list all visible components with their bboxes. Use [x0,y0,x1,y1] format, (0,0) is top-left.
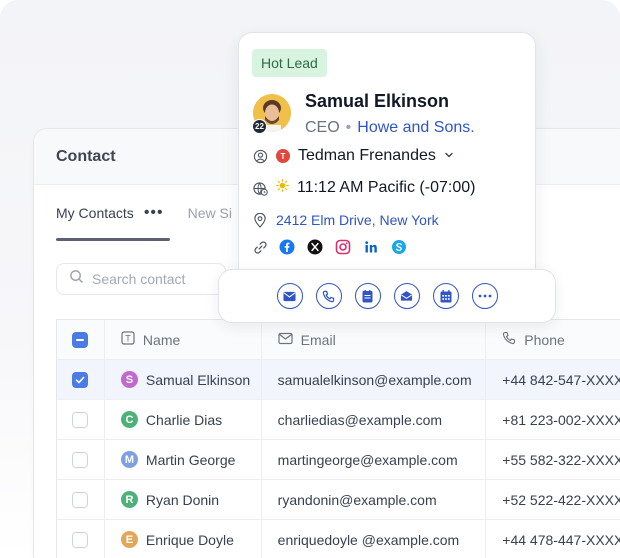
tab-menu-icon[interactable]: ••• [144,204,164,222]
contact-subtitle: CEO • Howe and Sons. [305,119,475,137]
column-label: Name [142,331,181,348]
phone-cell[interactable]: +44 478-447-XXXX [486,520,620,558]
phone-icon [502,331,516,348]
row-check-cell [57,440,105,479]
sun-icon [276,179,289,197]
table-header-row: T Name Email Phone [57,320,620,360]
contact-profile-card: Hot Lead 22 Samual Elkinson CEO • Howe a… [238,32,536,302]
name-cell: C Charlie Dias [105,400,262,439]
select-all-checkbox[interactable] [72,331,89,348]
x-icon[interactable] [306,238,324,256]
table-row[interactable]: R Ryan Donin ryandonin@example.com +52 5… [57,480,620,520]
contact-name[interactable]: Ryan Donin [146,492,219,508]
email-cell[interactable]: ryandonin@example.com [262,480,487,519]
instagram-icon[interactable] [334,238,352,256]
text-field-icon: T [121,331,135,348]
location-pin-icon [252,212,268,228]
row-checkbox[interactable] [72,491,89,508]
search-icon [69,269,84,289]
tab-my-contacts[interactable]: My Contacts ••• [56,185,170,241]
avatar: E [120,531,138,548]
phone-cell[interactable]: +52 522-422-XXXX [486,480,620,519]
row-checkbox[interactable] [72,531,89,548]
calendar-icon[interactable] [432,283,459,309]
local-time: 11:12 AM Pacific (-07:00) [297,179,476,196]
contact-name[interactable]: Enrique Doyle [146,532,234,548]
lead-status-badge[interactable]: Hot Lead [252,49,327,77]
panel-title: Contact [56,147,116,165]
row-check-cell [57,400,105,439]
company-link[interactable]: Howe and Sons. [357,119,474,137]
chevron-down-icon[interactable] [444,147,454,165]
owner-name: Tedman Frenandes [298,147,436,164]
tab-new-si[interactable]: New Si [188,185,232,241]
quick-actions-bar [218,269,556,323]
row-checkbox[interactable] [72,451,89,468]
contact-name[interactable]: Martin George [146,452,235,468]
name-cell: S Samual Elkinson [105,360,262,399]
contact-role: CEO [305,119,340,136]
name-cell: E Enrique Doyle [105,520,262,558]
name-cell: M Martin George [105,440,262,479]
email-cell[interactable]: martingeorge@example.com [262,440,487,479]
separator-dot: • [345,119,352,136]
owner-row[interactable]: T Tedman Frenandes [252,147,454,165]
column-header-phone[interactable]: Phone [486,320,620,359]
link-icon [252,239,268,255]
select-all-cell [57,320,105,359]
contacts-table: T Name Email Phone S Samual Elkinson sam… [56,319,620,558]
svg-text:T: T [125,334,131,344]
linkedin-icon[interactable] [362,238,380,256]
social-links-row [252,238,408,256]
row-check-cell [57,520,105,558]
row-checkbox[interactable] [72,371,89,388]
email-icon[interactable] [276,283,303,309]
user-icon [252,148,268,164]
search-input[interactable] [92,271,212,287]
email-cell[interactable]: samualelkinson@example.com [262,360,487,399]
skype-icon[interactable] [390,238,408,256]
phone-cell[interactable]: +55 582-322-XXXX [486,440,620,479]
more-icon[interactable] [471,283,498,309]
mail-open-icon[interactable] [393,283,420,309]
local-time-row: 11:12 AM Pacific (-07:00) [252,179,475,197]
row-check-cell [57,360,105,399]
table-row[interactable]: S Samual Elkinson samualelkinson@example… [57,360,620,400]
owner-avatar: T [276,149,290,163]
globe-clock-icon [252,180,268,196]
address-link[interactable]: 2412 Elm Drive, New York [276,212,439,228]
tab-label: New Si [187,205,232,221]
row-checkbox[interactable] [72,411,89,428]
email-icon [278,332,293,348]
avatar: M [120,451,138,468]
email-cell[interactable]: charliedias@example.com [262,400,487,439]
table-row[interactable]: M Martin George martingeorge@example.com… [57,440,620,480]
column-header-name[interactable]: T Name [105,320,262,359]
table-row[interactable]: E Enrique Doyle enriquedoyle @example.co… [57,520,620,558]
search-box[interactable] [56,263,226,295]
contact-name[interactable]: Charlie Dias [146,412,222,428]
avatar: R [120,491,138,508]
avatar: S [120,371,138,388]
address-row: 2412 Elm Drive, New York [252,212,439,228]
phone-icon[interactable] [315,283,342,309]
note-icon[interactable] [354,283,381,309]
column-label: Phone [524,331,565,348]
row-check-cell [57,480,105,519]
name-cell: R Ryan Donin [105,480,262,519]
tab-label: My Contacts [56,205,134,221]
facebook-icon[interactable] [278,238,296,256]
avatar-count-badge: 22 [252,119,267,134]
email-cell[interactable]: enriquedoyle @example.com [262,520,487,558]
column-label: Email [300,331,336,348]
phone-cell[interactable]: +81 223-002-XXXX [486,400,620,439]
table-row[interactable]: C Charlie Dias charliedias@example.com +… [57,400,620,440]
phone-cell[interactable]: +44 842-547-XXXX [486,360,620,399]
contact-name[interactable]: Samual Elkinson [146,372,250,388]
contact-name: Samual Elkinson [305,91,450,111]
column-header-email[interactable]: Email [262,320,487,359]
avatar: C [120,411,138,428]
